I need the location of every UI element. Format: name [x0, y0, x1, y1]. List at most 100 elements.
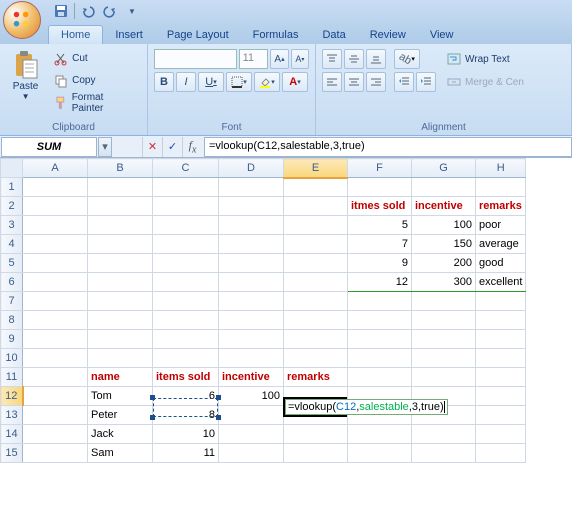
row-header[interactable]: 8 — [1, 311, 23, 330]
border-button[interactable]: ▾ — [226, 72, 252, 92]
font-group-label: Font — [148, 122, 315, 133]
row-header[interactable]: 7 — [1, 292, 23, 311]
cell[interactable]: 7 — [348, 235, 412, 254]
increase-indent-button[interactable] — [416, 72, 436, 92]
office-button[interactable] — [3, 1, 41, 39]
name-box[interactable]: SUM — [1, 137, 97, 157]
col-header[interactable]: H — [476, 159, 526, 178]
align-middle-button[interactable] — [344, 49, 364, 69]
row-header[interactable]: 13 — [1, 406, 23, 425]
tab-view[interactable]: View — [418, 26, 466, 44]
cell[interactable]: 8 — [153, 406, 219, 425]
fill-color-button[interactable]: ▾ — [254, 72, 280, 92]
font-size-select[interactable]: 11 — [239, 49, 269, 69]
row-header[interactable]: 1 — [1, 178, 23, 197]
font-color-button[interactable]: A▾ — [282, 72, 308, 92]
tab-home[interactable]: Home — [48, 25, 103, 44]
row-header[interactable]: 6 — [1, 273, 23, 292]
tab-page-layout[interactable]: Page Layout — [155, 26, 241, 44]
cell[interactable]: incentive — [219, 368, 284, 387]
cell[interactable]: Jack — [88, 425, 153, 444]
align-bottom-button[interactable] — [366, 49, 386, 69]
font-name-select[interactable] — [154, 49, 237, 69]
col-header[interactable]: C — [153, 159, 219, 178]
cell[interactable]: items sold — [153, 368, 219, 387]
col-header[interactable]: G — [412, 159, 476, 178]
col-header[interactable]: B — [88, 159, 153, 178]
copy-button[interactable]: Copy — [49, 70, 141, 91]
cell-active[interactable] — [284, 387, 348, 406]
row-header[interactable]: 5 — [1, 254, 23, 273]
cell[interactable]: Tom — [88, 387, 153, 406]
shrink-font-button[interactable]: A▾ — [291, 49, 309, 69]
cell[interactable]: 6 — [153, 387, 219, 406]
cancel-icon[interactable]: ✕ — [142, 137, 162, 157]
row-header[interactable]: 4 — [1, 235, 23, 254]
chevron-down-icon[interactable]: ▼ — [22, 92, 30, 101]
merge-center-button[interactable]: Merge & Cen — [442, 72, 529, 92]
qat-customize-icon[interactable]: ▼ — [123, 2, 141, 20]
cell[interactable]: remarks — [476, 197, 526, 216]
cell[interactable]: itmes sold — [348, 197, 412, 216]
save-icon[interactable] — [52, 2, 70, 20]
align-top-button[interactable] — [322, 49, 342, 69]
undo-icon[interactable] — [79, 2, 97, 20]
row-header[interactable]: 3 — [1, 216, 23, 235]
cell[interactable]: 200 — [412, 254, 476, 273]
format-painter-label: Format Painter — [72, 92, 136, 114]
cell[interactable]: 11 — [153, 444, 219, 463]
paste-button[interactable]: Paste ▼ — [6, 47, 45, 119]
italic-button[interactable]: I — [176, 72, 196, 92]
wrap-text-button[interactable]: Wrap Text — [442, 49, 529, 69]
cell[interactable]: 12 — [348, 273, 412, 292]
enter-icon[interactable]: ✓ — [162, 137, 182, 157]
cut-button[interactable]: Cut — [49, 48, 141, 69]
cell[interactable]: 5 — [348, 216, 412, 235]
row-header[interactable]: 12 — [1, 387, 23, 406]
col-header[interactable]: A — [23, 159, 88, 178]
align-right-button[interactable] — [366, 72, 386, 92]
row-header[interactable]: 2 — [1, 197, 23, 216]
cell[interactable]: 300 — [412, 273, 476, 292]
row-header[interactable]: 11 — [1, 368, 23, 387]
cell[interactable]: Sam — [88, 444, 153, 463]
name-box-dropdown-icon[interactable]: ▾ — [98, 137, 112, 157]
cell[interactable]: 100 — [219, 387, 284, 406]
col-header[interactable]: F — [348, 159, 412, 178]
cell[interactable]: good — [476, 254, 526, 273]
orientation-button[interactable]: ab▾ — [394, 49, 420, 69]
cell[interactable]: name — [88, 368, 153, 387]
redo-icon[interactable] — [101, 2, 119, 20]
bold-button[interactable]: B — [154, 72, 174, 92]
cell[interactable]: 100 — [412, 216, 476, 235]
tab-insert[interactable]: Insert — [103, 26, 155, 44]
cell[interactable]: poor — [476, 216, 526, 235]
row-header[interactable]: 9 — [1, 330, 23, 349]
row-header[interactable]: 10 — [1, 349, 23, 368]
spreadsheet-grid[interactable]: A B C D E F G H 1 2itmes soldincentivere… — [0, 158, 526, 463]
cell[interactable]: Peter — [88, 406, 153, 425]
tab-data[interactable]: Data — [310, 26, 357, 44]
row-header[interactable]: 15 — [1, 444, 23, 463]
fx-icon[interactable]: fx — [182, 137, 202, 157]
align-center-button[interactable] — [344, 72, 364, 92]
cell[interactable]: 150 — [412, 235, 476, 254]
format-painter-button[interactable]: Format Painter — [49, 92, 141, 113]
cell[interactable]: 9 — [348, 254, 412, 273]
underline-button[interactable]: U ▾ — [198, 72, 224, 92]
grow-font-button[interactable]: A▴ — [270, 49, 288, 69]
formula-bar-input[interactable]: =vlookup(C12,salestable,3,true) — [204, 137, 572, 157]
row-header[interactable]: 14 — [1, 425, 23, 444]
cell[interactable]: 10 — [153, 425, 219, 444]
align-left-button[interactable] — [322, 72, 342, 92]
tab-formulas[interactable]: Formulas — [241, 26, 311, 44]
col-header[interactable]: D — [219, 159, 284, 178]
cell[interactable]: incentive — [412, 197, 476, 216]
decrease-indent-button[interactable] — [394, 72, 414, 92]
cell[interactable]: average — [476, 235, 526, 254]
cell[interactable]: excellent — [476, 273, 526, 292]
select-all-corner[interactable] — [1, 159, 23, 178]
col-header[interactable]: E — [284, 159, 348, 178]
cell[interactable]: remarks — [284, 368, 348, 387]
tab-review[interactable]: Review — [358, 26, 418, 44]
